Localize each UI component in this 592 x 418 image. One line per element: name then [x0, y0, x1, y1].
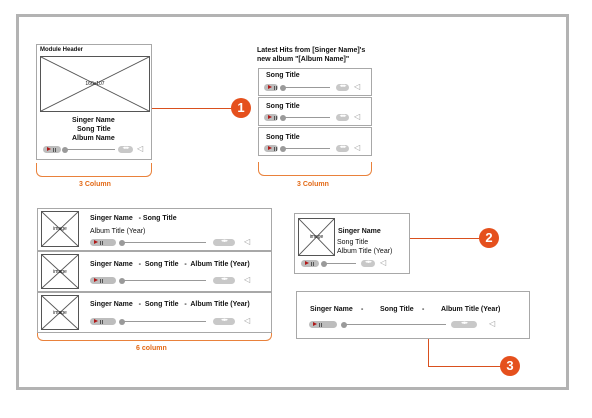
wide-player-card — [296, 291, 530, 339]
play-pause-button[interactable] — [264, 114, 278, 121]
separator: - — [361, 306, 364, 313]
progress-track — [67, 149, 115, 150]
speaker-icon[interactable]: ◁ — [354, 144, 364, 152]
prev-next-buttons[interactable] — [336, 144, 349, 152]
album-title: Album Title (Year) — [90, 228, 146, 235]
callout-line-1 — [152, 108, 232, 109]
prev-next-buttons[interactable] — [336, 113, 349, 121]
play-pause-button[interactable] — [301, 260, 319, 267]
speaker-icon[interactable]: ◁ — [380, 259, 390, 267]
image-placeholder: image — [41, 254, 79, 289]
image-placeholder: image — [41, 211, 79, 247]
progress-track — [124, 321, 206, 322]
prev-next-buttons[interactable] — [118, 145, 133, 153]
singer-name: Singer Name — [72, 117, 115, 124]
play-pause-button[interactable] — [90, 318, 116, 325]
callout-1: 1 — [231, 98, 251, 118]
image-label: image — [53, 226, 67, 232]
play-pause-button[interactable] — [43, 146, 61, 153]
caption-3-column: 3 Column — [297, 181, 329, 188]
latest-hits-title: Latest Hits from [Singer Name]'s — [257, 47, 366, 54]
progress-track — [285, 117, 330, 118]
image-label: image — [53, 309, 67, 316]
play-pause-button[interactable] — [264, 84, 278, 91]
play-pause-button[interactable] — [309, 321, 337, 328]
prev-next-buttons[interactable] — [213, 317, 235, 325]
image-placeholder: image — [298, 218, 335, 256]
track-info: Singer Name - Song Title - Album Title (… — [90, 301, 250, 308]
singer-name: Singer Name — [338, 228, 381, 235]
play-pause-button[interactable] — [90, 239, 116, 246]
album-title: Album Title (Year) — [337, 248, 393, 255]
progress-track — [346, 324, 446, 325]
play-pause-button[interactable] — [264, 145, 278, 152]
speaker-icon[interactable]: ◁ — [137, 145, 147, 153]
speaker-icon[interactable]: ◁ — [489, 320, 499, 328]
caption-6-column: 6 column — [136, 345, 167, 352]
bracket-3-column — [258, 162, 372, 176]
track-info: Singer Name - Song Title - Album Title (… — [90, 261, 250, 268]
callout-line-3b — [428, 366, 501, 367]
song-title: Song Title — [266, 72, 300, 79]
prev-next-buttons[interactable] — [361, 259, 375, 267]
track-info: Singer Name - Song Title — [90, 215, 177, 222]
prev-next-buttons[interactable] — [213, 276, 235, 284]
bracket-6-column — [37, 333, 272, 341]
prev-next-buttons[interactable] — [451, 320, 477, 328]
prev-next-buttons[interactable] — [336, 83, 349, 91]
module-header: Module Header — [40, 47, 84, 53]
image-size-label: 160x107 — [85, 81, 105, 87]
song-title: Song Title — [266, 103, 300, 110]
progress-track — [326, 263, 356, 264]
callout-line-3 — [428, 339, 429, 367]
song-title: Song Title — [380, 306, 414, 313]
image-label: image — [53, 268, 67, 275]
callout-2: 2 — [479, 228, 499, 248]
bracket-3-column — [36, 163, 152, 177]
image-placeholder: image — [41, 295, 79, 330]
separator: - — [422, 306, 425, 313]
song-title: Song Title — [266, 134, 300, 141]
progress-track — [285, 148, 330, 149]
callout-line-2 — [410, 238, 480, 239]
caption-3-column: 3 Column — [79, 181, 111, 188]
progress-track — [124, 280, 206, 281]
speaker-icon[interactable]: ◁ — [244, 238, 254, 246]
speaker-icon[interactable]: ◁ — [354, 113, 364, 121]
latest-hits-subtitle: new album "[Album Name]" — [257, 56, 350, 63]
song-title: Song Title — [337, 239, 369, 246]
callout-3: 3 — [500, 356, 520, 376]
prev-next-buttons[interactable] — [213, 238, 235, 246]
speaker-icon[interactable]: ◁ — [244, 276, 254, 284]
song-title: Song Title — [77, 126, 111, 133]
speaker-icon[interactable]: ◁ — [354, 83, 364, 91]
album-title: Album Title (Year) — [441, 306, 501, 313]
singer-name: Singer Name — [310, 306, 353, 313]
play-pause-button[interactable] — [90, 277, 116, 284]
progress-track — [124, 242, 206, 243]
image-placeholder: 160x107 — [40, 56, 150, 112]
progress-track — [285, 87, 330, 88]
image-label: image — [309, 234, 324, 240]
speaker-icon[interactable]: ◁ — [244, 317, 254, 325]
album-name: Album Name — [72, 135, 115, 142]
